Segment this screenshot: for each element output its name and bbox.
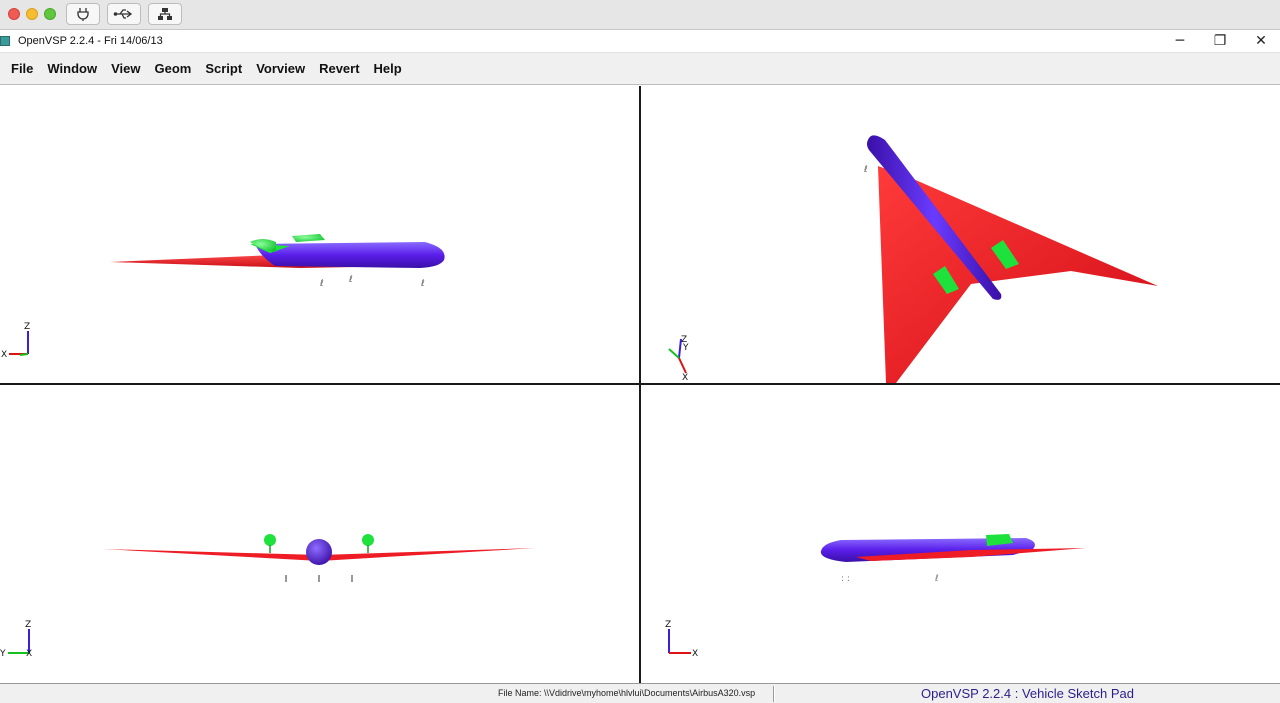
viewport-side-right[interactable]: : : ℓ Z X bbox=[641, 385, 1280, 682]
app-name-label: OpenVSP 2.2.4 : Vehicle Sketch Pad bbox=[921, 686, 1134, 701]
restore-button[interactable]: ❐ bbox=[1200, 31, 1240, 51]
svg-text:Z: Z bbox=[665, 620, 671, 630]
menu-revert[interactable]: Revert bbox=[312, 53, 366, 85]
host-toolbar bbox=[0, 0, 1280, 30]
svg-text:ℓ: ℓ bbox=[348, 275, 353, 285]
network-icon bbox=[158, 8, 172, 20]
menu-script[interactable]: Script bbox=[198, 53, 249, 85]
svg-text:X: X bbox=[1, 350, 7, 360]
axis-triad: Z Y X bbox=[0, 620, 32, 659]
svg-text:X: X bbox=[692, 649, 698, 659]
svg-text:X: X bbox=[26, 649, 32, 659]
svg-text:ℓ: ℓ bbox=[420, 279, 425, 289]
svg-text:ℓ: ℓ bbox=[863, 165, 868, 175]
svg-text:ℓ: ℓ bbox=[319, 279, 324, 289]
fuselage bbox=[306, 539, 332, 565]
viewport-perspective[interactable]: ℓ Z Y X bbox=[641, 86, 1280, 383]
aircraft-side-view: ℓ ℓ ℓ Z X bbox=[1, 234, 445, 360]
window-title-bar: OpenVSP 2.2.4 - Fri 14/06/13 ─ ❐ ✕ bbox=[0, 30, 1280, 53]
svg-text:ℓ: ℓ bbox=[934, 574, 939, 584]
svg-text:Z: Z bbox=[25, 620, 31, 630]
menu-view[interactable]: View bbox=[104, 53, 147, 85]
axis-triad: Z X bbox=[1, 322, 30, 360]
usb-icon bbox=[113, 9, 133, 19]
minimize-button[interactable]: ─ bbox=[1160, 31, 1200, 51]
landing-gear bbox=[285, 575, 353, 582]
aircraft-perspective-view: ℓ Z Y X bbox=[668, 135, 1158, 383]
axis-triad: Z Y X bbox=[668, 335, 689, 383]
svg-text:: :: : : bbox=[841, 574, 850, 584]
menu-help[interactable]: Help bbox=[367, 53, 409, 85]
viewport-divider-horizontal[interactable] bbox=[0, 383, 1280, 385]
close-dot-icon[interactable] bbox=[8, 8, 20, 20]
status-separator bbox=[773, 686, 775, 702]
svg-text:Z: Z bbox=[24, 322, 30, 332]
engine-left bbox=[264, 534, 276, 553]
menu-bar: File Window View Geom Script Vorview Rev… bbox=[0, 53, 1280, 85]
usb-button[interactable] bbox=[107, 3, 141, 25]
menu-vorview[interactable]: Vorview bbox=[249, 53, 312, 85]
axis-triad: Z X bbox=[665, 620, 698, 659]
status-bar: File Name: \\Vdidrive\myhome\hlvlui\Docu… bbox=[0, 683, 1280, 703]
aircraft-front-view: Z Y X bbox=[0, 534, 535, 659]
menu-geom[interactable]: Geom bbox=[148, 53, 199, 85]
minimize-dot-icon[interactable] bbox=[26, 8, 38, 20]
app-icon bbox=[0, 36, 10, 46]
viewport-front[interactable]: Z Y X bbox=[0, 385, 639, 682]
engine bbox=[292, 234, 325, 242]
menu-file[interactable]: File bbox=[4, 53, 40, 85]
engine-right bbox=[362, 534, 374, 553]
zoom-dot-icon[interactable] bbox=[44, 8, 56, 20]
svg-text:Y: Y bbox=[0, 649, 6, 659]
menu-window[interactable]: Window bbox=[40, 53, 104, 85]
svg-text:X: X bbox=[682, 373, 688, 383]
aircraft-side-view-right: : : ℓ Z X bbox=[665, 534, 1086, 659]
plug-button[interactable] bbox=[66, 3, 100, 25]
network-button[interactable] bbox=[148, 3, 182, 25]
plug-icon bbox=[77, 8, 89, 21]
close-button[interactable]: ✕ bbox=[1241, 31, 1280, 51]
svg-text:Y: Y bbox=[682, 343, 689, 353]
viewport-side[interactable]: ℓ ℓ ℓ Z X bbox=[0, 86, 639, 383]
window-title: OpenVSP 2.2.4 - Fri 14/06/13 bbox=[18, 35, 163, 47]
file-name-label: File Name: \\Vdidrive\myhome\hlvlui\Docu… bbox=[498, 688, 756, 698]
